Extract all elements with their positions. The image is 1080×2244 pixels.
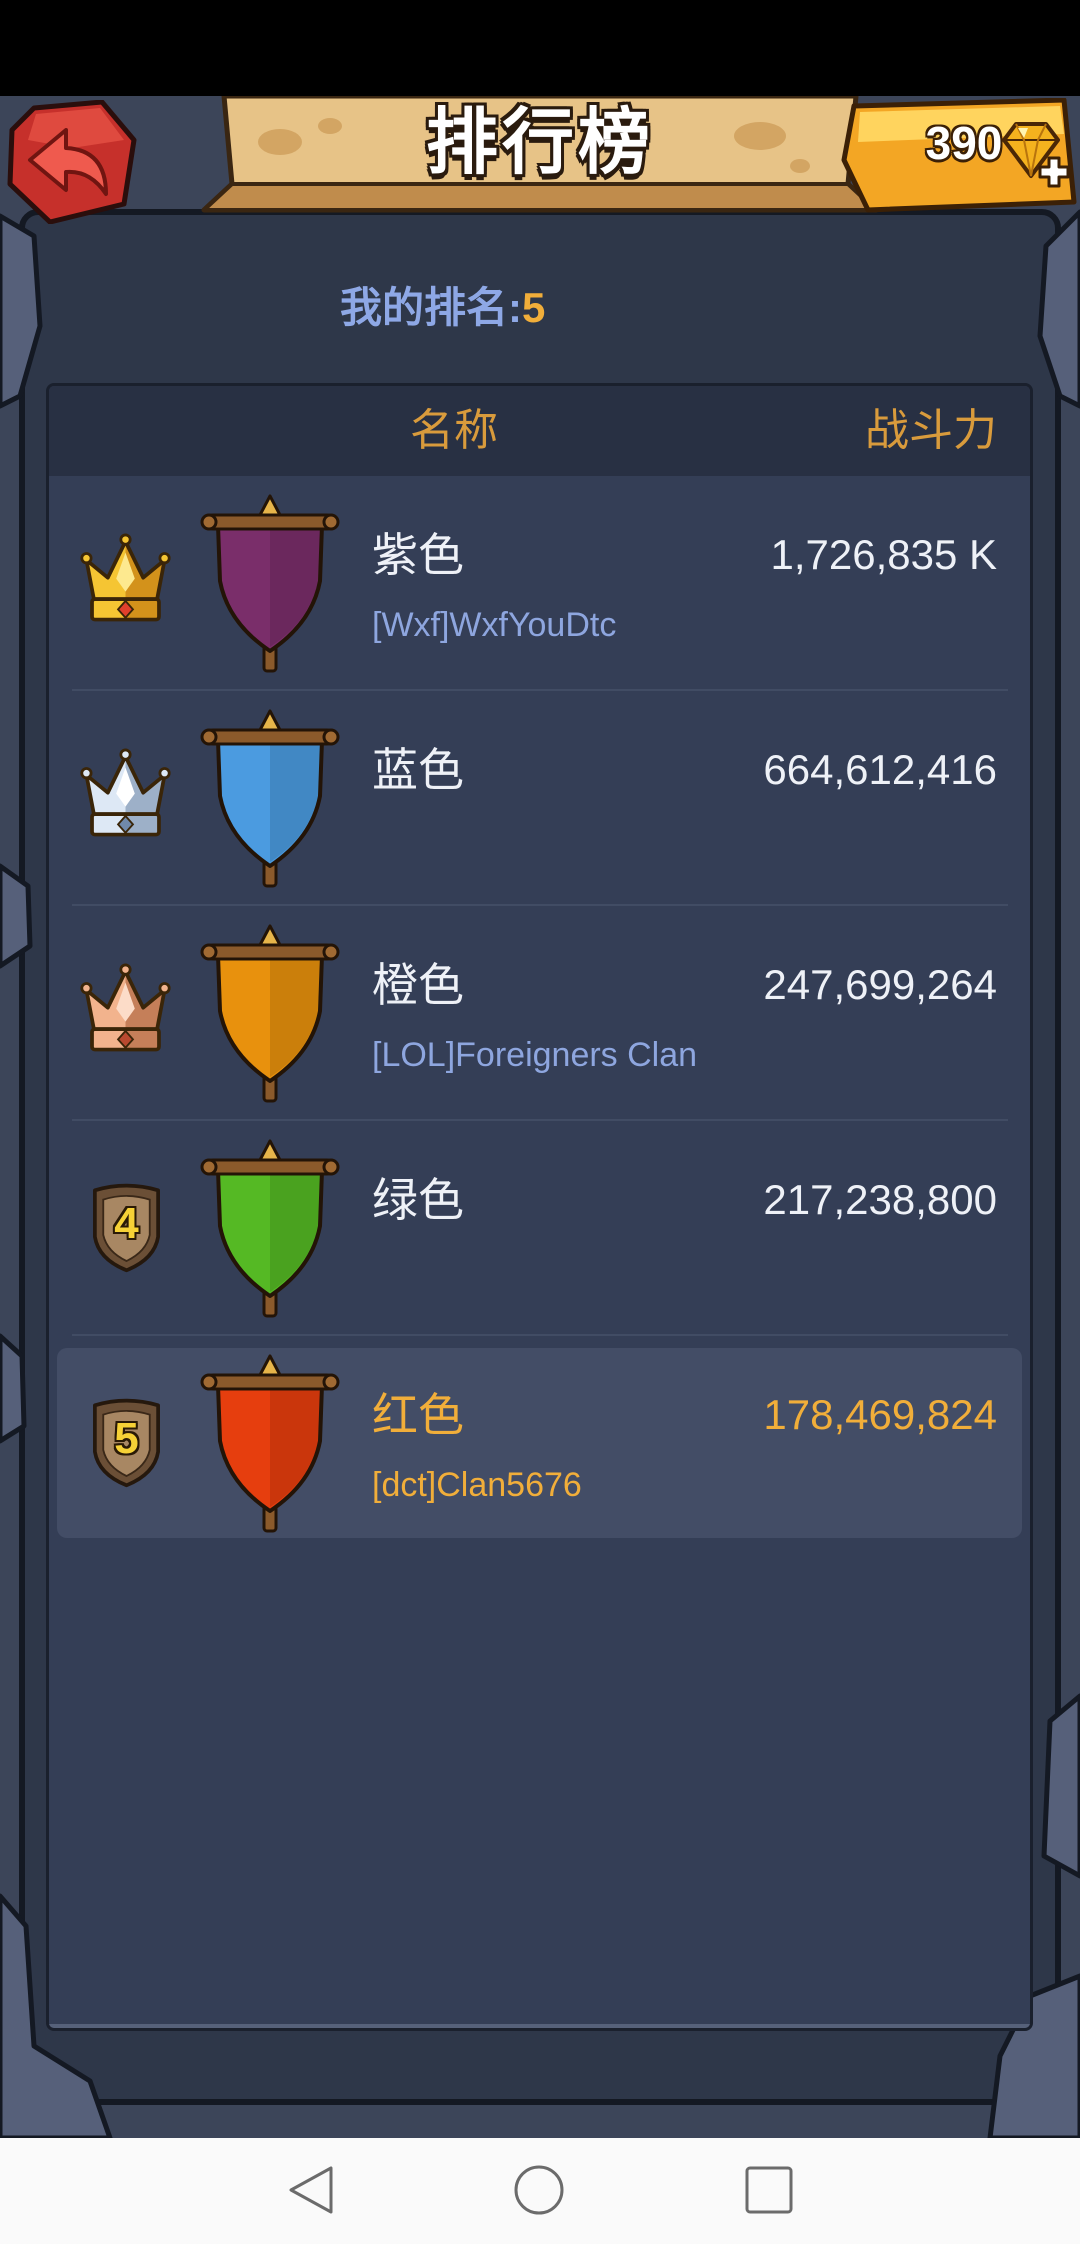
combat-power: 664,612,416 [763,746,997,793]
guild-name: 橙色 [372,959,464,1011]
rank-shield-icon: 5 [89,1396,164,1489]
back-arrow-icon [7,100,137,224]
panel-bottom-edge [49,2024,1030,2028]
leaderboard-row[interactable]: 紫色 [Wxf]WxfYouDtc 1,726,835 K [49,476,1030,691]
guild-name: 蓝色 [372,744,464,796]
my-rank: 我的排名:5 [340,279,545,336]
rank-number: 5 [114,1414,139,1463]
leaderboard-panel: 名称 战斗力 紫色 [Wxf]WxfYouDtc 1,726,835 K 蓝色 … [46,383,1033,2031]
combat-power: 1,726,835 K [770,531,997,578]
silver-crown-icon [80,748,171,837]
combat-power: 217,238,800 [763,1176,997,1223]
plus-icon[interactable] [1036,154,1072,190]
guild-name: 绿色 [372,1174,464,1226]
gold-crown-icon [80,533,171,622]
back-button[interactable] [6,100,138,224]
clan-tag: [dct]Clan5676 [372,1466,582,1504]
gem-counter[interactable]: 390 [838,98,1078,216]
combat-power: 178,469,824 [763,1391,997,1438]
nav-recents-icon[interactable] [741,2162,797,2218]
guild-banner-icon [200,924,340,1103]
table-header: 名称 战斗力 [49,386,1030,476]
column-header-name: 名称 [410,406,498,455]
rank-shield-icon: 4 [89,1181,164,1274]
column-header-power: 战斗力 [865,406,997,455]
guild-banner-icon [200,1354,340,1533]
leaderboard-row-my-guild[interactable]: 5 红色 [dct]Clan5676 178,469,824 [49,1336,1030,1551]
guild-banner-icon [200,709,340,888]
leaderboard-row[interactable]: 4 绿色 217,238,800 [49,1121,1030,1336]
leaderboard-row[interactable]: 橙色 [LOL]Foreigners Clan 247,699,264 [49,906,1030,1121]
combat-power: 247,699,264 [763,961,997,1008]
system-nav-bar [0,2138,1080,2244]
clan-tag: [LOL]Foreigners Clan [372,1036,698,1074]
page-title: 排行榜 [425,103,654,183]
leaderboard-row[interactable]: 蓝色 664,612,416 [49,691,1030,906]
guild-banner-icon [200,1139,340,1318]
my-rank-label: 我的排名: [340,284,522,331]
guild-name: 红色 [372,1389,464,1441]
guild-banner-icon [200,494,340,673]
nav-home-icon[interactable] [511,2162,567,2218]
clan-tag: [Wxf]WxfYouDtc [372,606,617,644]
nav-back-icon[interactable] [283,2162,339,2218]
status-bar [0,0,1080,96]
my-rank-value: 5 [522,284,546,331]
bronze-crown-icon [80,963,171,1052]
guild-name: 紫色 [372,529,464,581]
rank-number: 4 [114,1199,139,1248]
